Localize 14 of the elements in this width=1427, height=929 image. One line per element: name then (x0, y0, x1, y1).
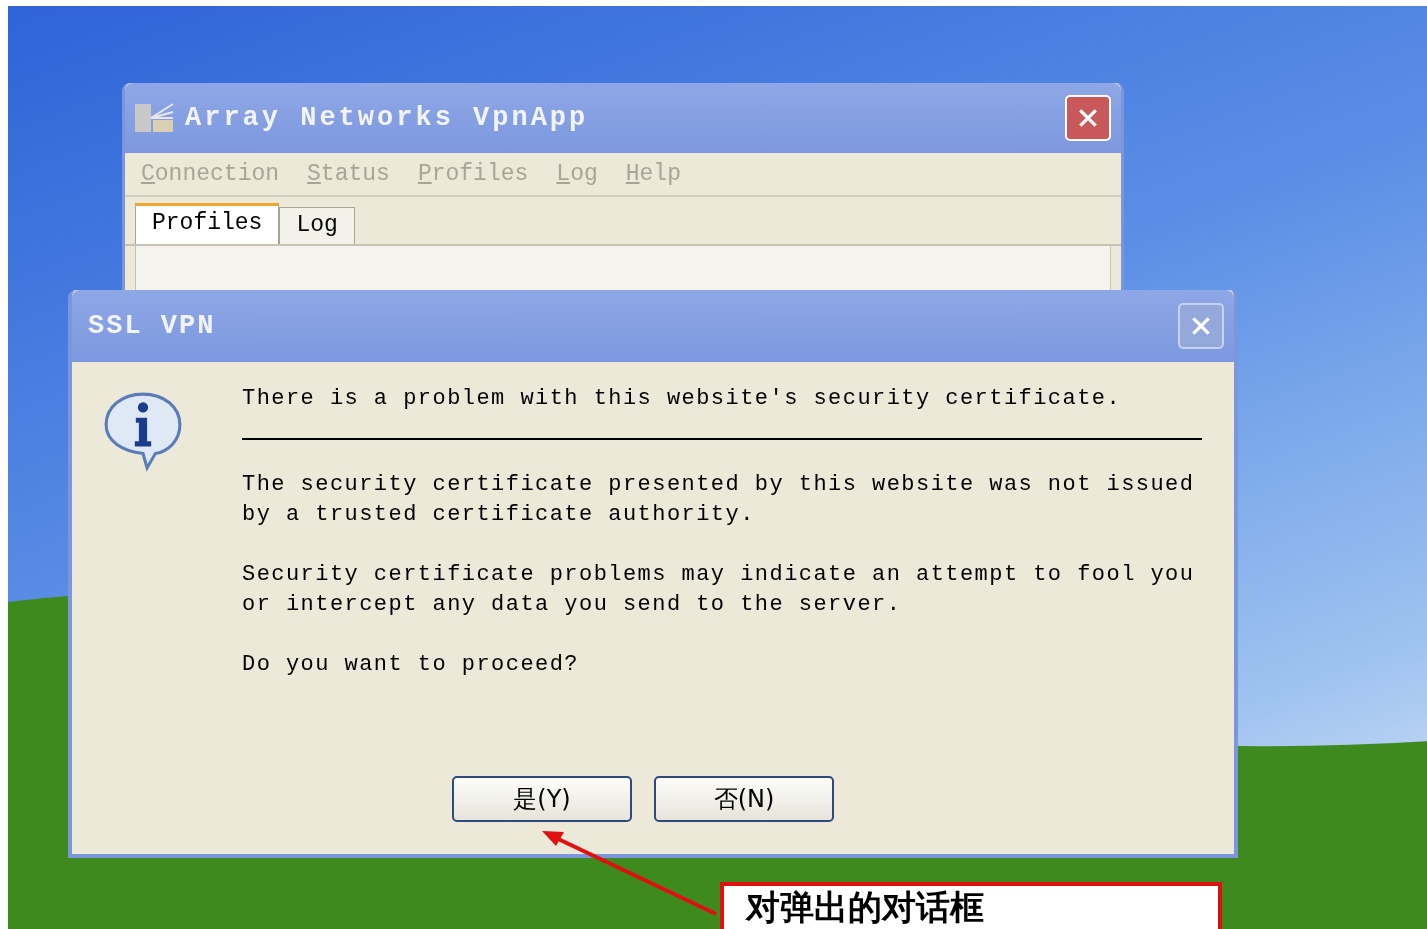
close-icon (1077, 107, 1099, 129)
dialog-message: Do you want to proceed? (242, 651, 580, 679)
dialog-heading: There is a problem with this website's security certificate. (242, 385, 1123, 413)
tab[interactable]: Log (279, 207, 355, 244)
tab[interactable]: Profiles (135, 203, 280, 244)
dialog-button[interactable]: 否(N) (654, 776, 834, 822)
dialog-message: The security certificate presented by this website was not issued by a trusted certificate authority. (242, 471, 1196, 529)
close-icon (1190, 315, 1212, 337)
info-icon (102, 390, 184, 472)
window-title: Array Networks VpnApp (185, 103, 590, 133)
dialog-button[interactable]: 是(Y) (452, 776, 632, 822)
dialog-title: SSL VPN (88, 311, 216, 341)
annotation-callout: 对弹出的对话框 (720, 882, 1222, 929)
dialog-message: Security certificate problems may indicate an attempt to fool you or intercept any data you send to the server. (242, 561, 1196, 619)
